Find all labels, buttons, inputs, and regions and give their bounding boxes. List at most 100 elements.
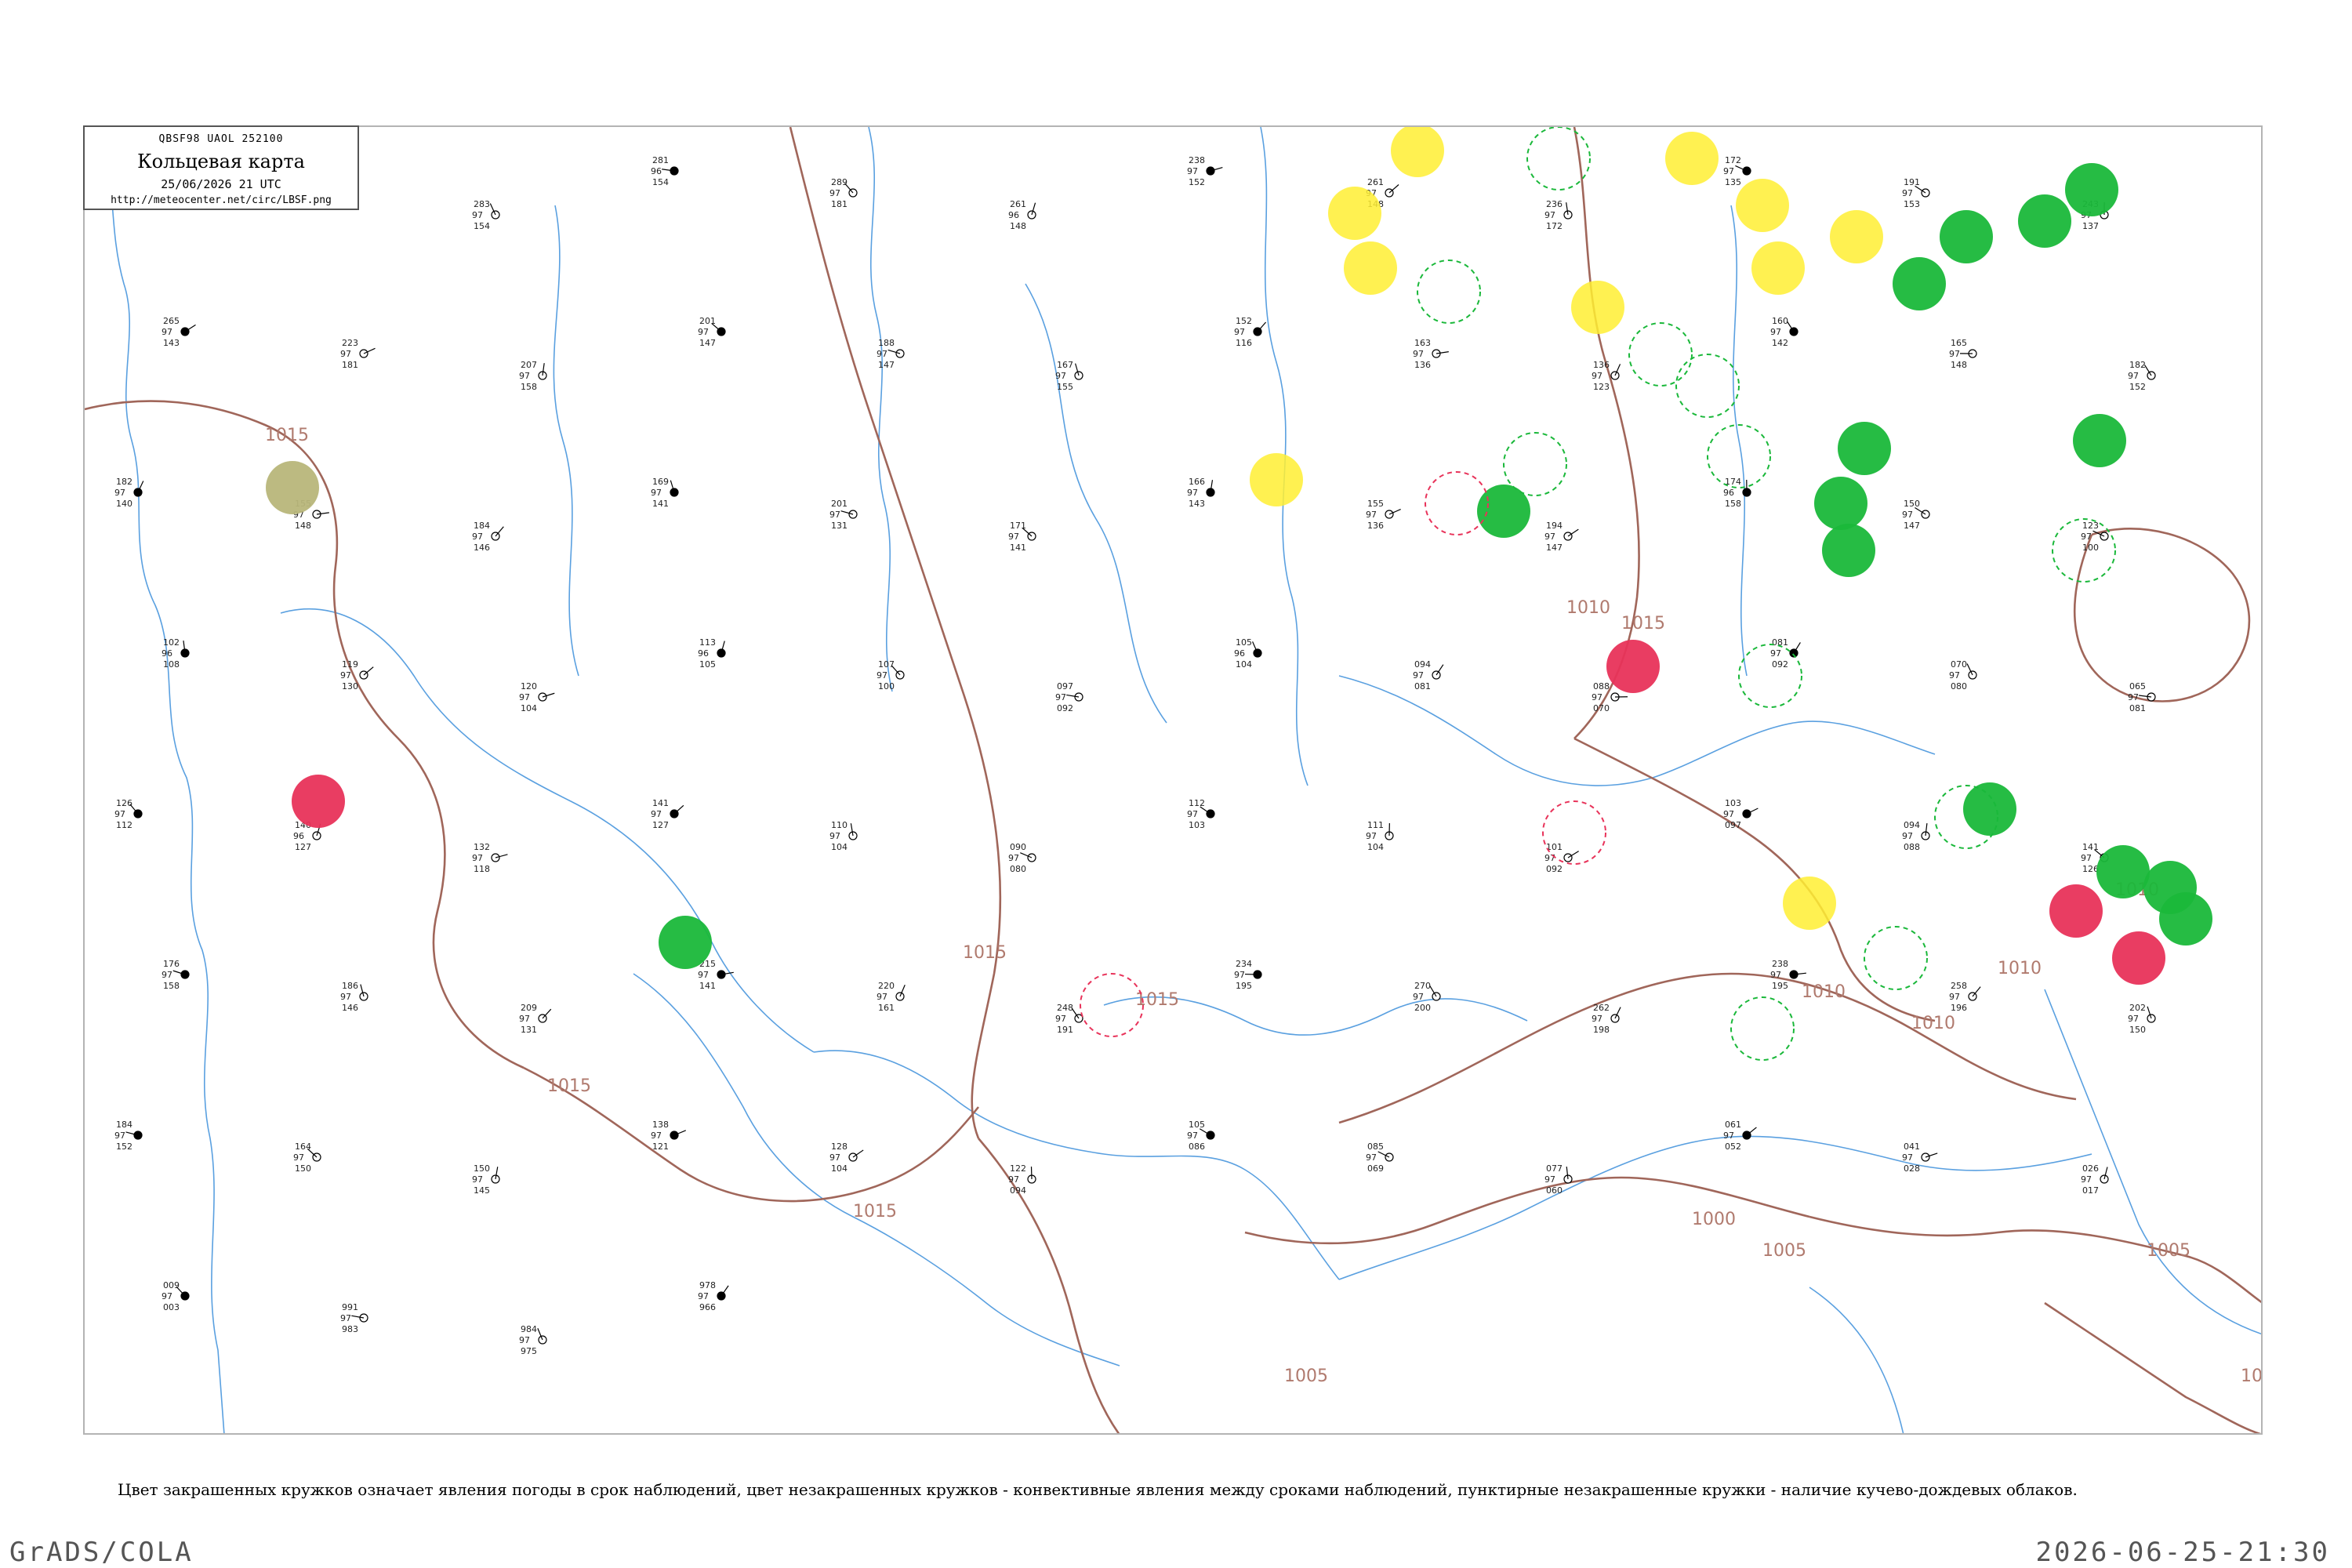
- dewpoint-value: 147: [699, 338, 716, 348]
- dewpoint-value: 130: [342, 681, 358, 691]
- dewpoint-value: 145: [474, 1185, 490, 1196]
- temperature-value: 97: [472, 853, 483, 863]
- dewpoint-value: 100: [878, 681, 895, 691]
- dewpoint-value: 158: [1725, 499, 1741, 509]
- isobar: [1573, 737, 1936, 1022]
- temperature-value: 97: [651, 809, 662, 819]
- thunderstorm-marker: [1838, 422, 1891, 475]
- dewpoint-value: 983: [342, 1324, 358, 1334]
- temperature-value: 97: [1544, 1174, 1555, 1185]
- pressure-value: 258: [1951, 981, 1967, 991]
- station-plot: 16597148: [1949, 338, 1977, 370]
- isobar-label: 1005: [1284, 1367, 1328, 1386]
- temperature-value: 97: [519, 692, 530, 702]
- station-plot: 18697146: [340, 981, 368, 1013]
- temperature-value: 97: [1055, 692, 1066, 702]
- station-plot: 12297094: [1008, 1163, 1036, 1196]
- temperature-value: 97: [1949, 992, 1960, 1002]
- coastline-layer: [100, 127, 2261, 1433]
- isobar-label: 1005: [2147, 1241, 2190, 1261]
- temperature-value: 97: [1187, 1131, 1198, 1141]
- dewpoint-value: 104: [521, 703, 537, 713]
- pressure-value: 270: [1414, 981, 1431, 991]
- station-plot: 13697123: [1592, 360, 1621, 392]
- cumulonimbus-ring: [1628, 322, 1693, 387]
- station-plot: 23897195: [1770, 959, 1806, 991]
- pressure-value: 248: [1057, 1003, 1073, 1013]
- temperature-value: 97: [2128, 371, 2139, 381]
- dewpoint-value: 147: [1546, 543, 1563, 553]
- coastline: [1338, 1135, 2092, 1280]
- temperature-value: 96: [1008, 210, 1019, 220]
- dewpoint-value: 146: [474, 543, 490, 553]
- dewpoint-value: 148: [1010, 221, 1026, 231]
- temperature-value: 97: [1902, 831, 1913, 841]
- pressure-value: 105: [1189, 1120, 1205, 1130]
- thunderstorm-marker: [1963, 782, 2016, 836]
- dewpoint-value: 104: [1236, 659, 1252, 670]
- wind-barb: [542, 1008, 552, 1019]
- river: [1025, 283, 1167, 724]
- pressure-value: 150: [474, 1163, 490, 1174]
- temperature-value: 97: [114, 809, 125, 819]
- dewpoint-value: 003: [163, 1302, 180, 1312]
- pressure-value: 123: [2082, 521, 2099, 531]
- dewpoint-value: 158: [163, 981, 180, 991]
- station-plot: 06597081: [2128, 681, 2156, 713]
- temperature-value: 97: [1592, 371, 1602, 381]
- temperature-value: 97: [114, 1131, 125, 1141]
- dewpoint-value: 092: [1546, 864, 1563, 874]
- station-plot: 97897966: [698, 1280, 729, 1312]
- temperature-value: 97: [472, 532, 483, 542]
- temperature-value: 97: [1770, 327, 1781, 337]
- pressure-value: 186: [342, 981, 358, 991]
- dewpoint-value: 152: [1189, 177, 1205, 187]
- station-plot: 08197092: [1770, 637, 1801, 670]
- fog-marker: [1783, 877, 1836, 930]
- temperature-value: 97: [877, 992, 887, 1002]
- temperature-value: 97: [293, 1152, 304, 1163]
- dewpoint-value: 154: [474, 221, 490, 231]
- dewpoint-value: 198: [1593, 1025, 1610, 1035]
- station-plot: 20797158: [519, 360, 547, 392]
- fog-marker: [1344, 241, 1397, 295]
- temperature-value: 97: [1902, 1152, 1913, 1163]
- station-plot: 26196148: [1008, 199, 1036, 231]
- temperature-value: 97: [340, 992, 351, 1002]
- temperature-value: 97: [1187, 809, 1198, 819]
- pressure-value: 265: [163, 316, 180, 326]
- station-plot: 08597069: [1366, 1142, 1394, 1174]
- dewpoint-value: 975: [521, 1346, 537, 1356]
- isobar-label: 1005: [1762, 1241, 1806, 1261]
- pressure-value: 128: [831, 1142, 848, 1152]
- pressure-value: 112: [1189, 798, 1205, 808]
- dewpoint-value: 094: [1010, 1185, 1026, 1196]
- temperature-value: 97: [877, 670, 887, 681]
- dewpoint-value: 152: [116, 1142, 132, 1152]
- isobar-label: 1000: [1692, 1210, 1736, 1229]
- temperature-value: 97: [1544, 210, 1555, 220]
- pressure-value: 126: [116, 798, 132, 808]
- temperature-value: 97: [829, 831, 840, 841]
- dewpoint-value: 088: [1904, 842, 1920, 852]
- temperature-value: 97: [1055, 371, 1066, 381]
- station-plot: 12097104: [519, 681, 555, 713]
- isobar-label: 1010: [1802, 982, 1846, 1002]
- station-plot: 12697112: [114, 798, 143, 830]
- pressure-value: 090: [1010, 842, 1026, 852]
- station-plot: 13897121: [651, 1120, 686, 1152]
- dewpoint-value: 196: [1951, 1003, 1967, 1013]
- isobar: [523, 1066, 980, 1203]
- pressure-value: 110: [831, 820, 848, 830]
- dewpoint-value: 103: [1189, 820, 1205, 830]
- temperature-value: 97: [1413, 992, 1424, 1002]
- dewpoint-value: 136: [1367, 521, 1384, 531]
- temperature-value: 97: [1008, 1174, 1019, 1185]
- dewpoint-value: 137: [2082, 221, 2099, 231]
- station-plot: 20197147: [698, 316, 726, 348]
- dewpoint-value: 092: [1772, 659, 1788, 670]
- thunderstorm-marker: [1940, 210, 1993, 263]
- pressure-value: 152: [1236, 316, 1252, 326]
- temperature-value: 97: [2128, 1014, 2139, 1024]
- isobar-label: 1015: [265, 426, 309, 445]
